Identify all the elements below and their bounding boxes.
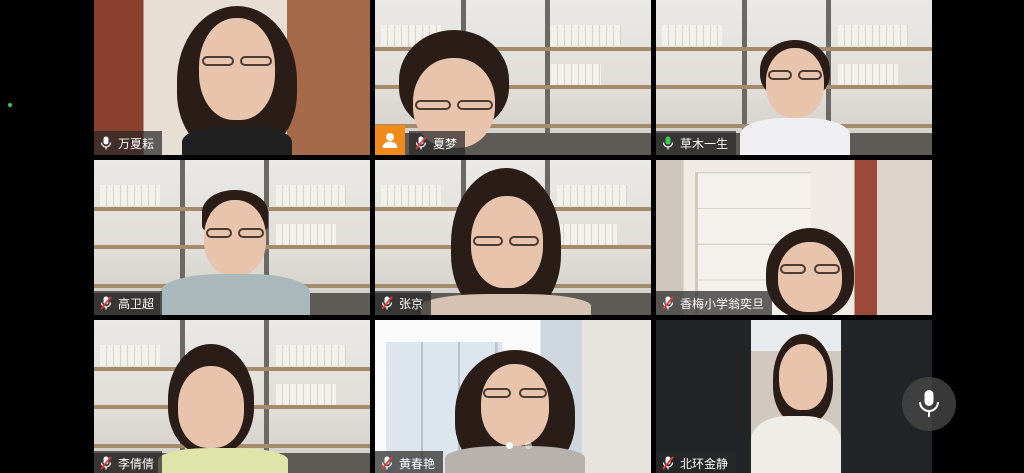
video-grid: 万夏耘 夏梦 草木一生 高卫超 张京 香梅小学翁奕旦 李倩倩 黄春艳 北环金静: [94, 0, 932, 473]
participant-video: [435, 350, 595, 473]
floating-mic-button[interactable]: [902, 377, 956, 431]
participant-name: 高卫超: [118, 296, 155, 311]
participant-video: [421, 168, 591, 315]
participant-video: [160, 190, 310, 315]
name-tag: 夏梦: [409, 131, 466, 155]
video-tile-4[interactable]: 高卫超: [94, 160, 370, 315]
microphone-muted-icon[interactable]: [415, 136, 427, 150]
participant-name: 黄春艳: [399, 456, 436, 471]
microphone-icon[interactable]: [100, 136, 112, 150]
participant-name: 北环金静: [680, 456, 729, 471]
video-tile-1[interactable]: 万夏耘: [94, 0, 370, 155]
microphone-muted-icon[interactable]: [100, 296, 112, 310]
microphone-muted-icon[interactable]: [662, 296, 674, 310]
name-tag: 李倩倩: [94, 451, 163, 473]
name-tag: 香梅小学翁奕旦: [656, 291, 773, 315]
video-tile-8[interactable]: 黄春艳: [375, 320, 651, 473]
name-tag: 万夏耘: [94, 131, 163, 155]
name-tag: 黄春艳: [375, 451, 444, 473]
participant-video: [158, 344, 288, 473]
video-tile-2[interactable]: 夏梦: [375, 0, 651, 155]
participant-video: [751, 320, 841, 473]
name-tag: 高卫超: [94, 291, 163, 315]
name-tag: 草木一生: [656, 131, 737, 155]
participant-name: 万夏耘: [118, 136, 155, 151]
page-dot-2[interactable]: [525, 442, 532, 449]
microphone-muted-icon[interactable]: [381, 296, 393, 310]
meeting-stage: 万夏耘 夏梦 草木一生 高卫超 张京 香梅小学翁奕旦 李倩倩 黄春艳 北环金静: [0, 0, 1024, 473]
microphone-muted-icon[interactable]: [381, 456, 393, 470]
user-avatar-icon: [375, 125, 405, 155]
microphone-icon: [919, 390, 939, 417]
video-tile-7[interactable]: 李倩倩: [94, 320, 370, 473]
page-dot-1[interactable]: [506, 442, 513, 449]
status-dot: [8, 103, 12, 107]
participant-name: 李倩倩: [118, 456, 155, 471]
participant-name: 香梅小学翁奕旦: [680, 296, 765, 311]
participant-name: 张京: [399, 296, 424, 311]
video-tile-9[interactable]: 北环金静: [656, 320, 932, 473]
name-tag: 张京: [375, 291, 432, 315]
microphone-muted-icon[interactable]: [662, 456, 674, 470]
microphone-icon[interactable]: [662, 136, 674, 150]
participant-video: [162, 6, 312, 155]
name-tag: 北环金静: [656, 451, 737, 473]
video-tile-6[interactable]: 香梅小学翁奕旦: [656, 160, 932, 315]
microphone-muted-icon[interactable]: [100, 456, 112, 470]
participant-name: 草木一生: [680, 136, 729, 151]
participant-name: 夏梦: [433, 136, 458, 151]
participant-video: [760, 228, 860, 315]
video-tile-5[interactable]: 张京: [375, 160, 651, 315]
video-tile-3[interactable]: 草木一生: [656, 0, 932, 155]
page-indicator[interactable]: [506, 442, 532, 449]
participant-video: [740, 40, 850, 155]
